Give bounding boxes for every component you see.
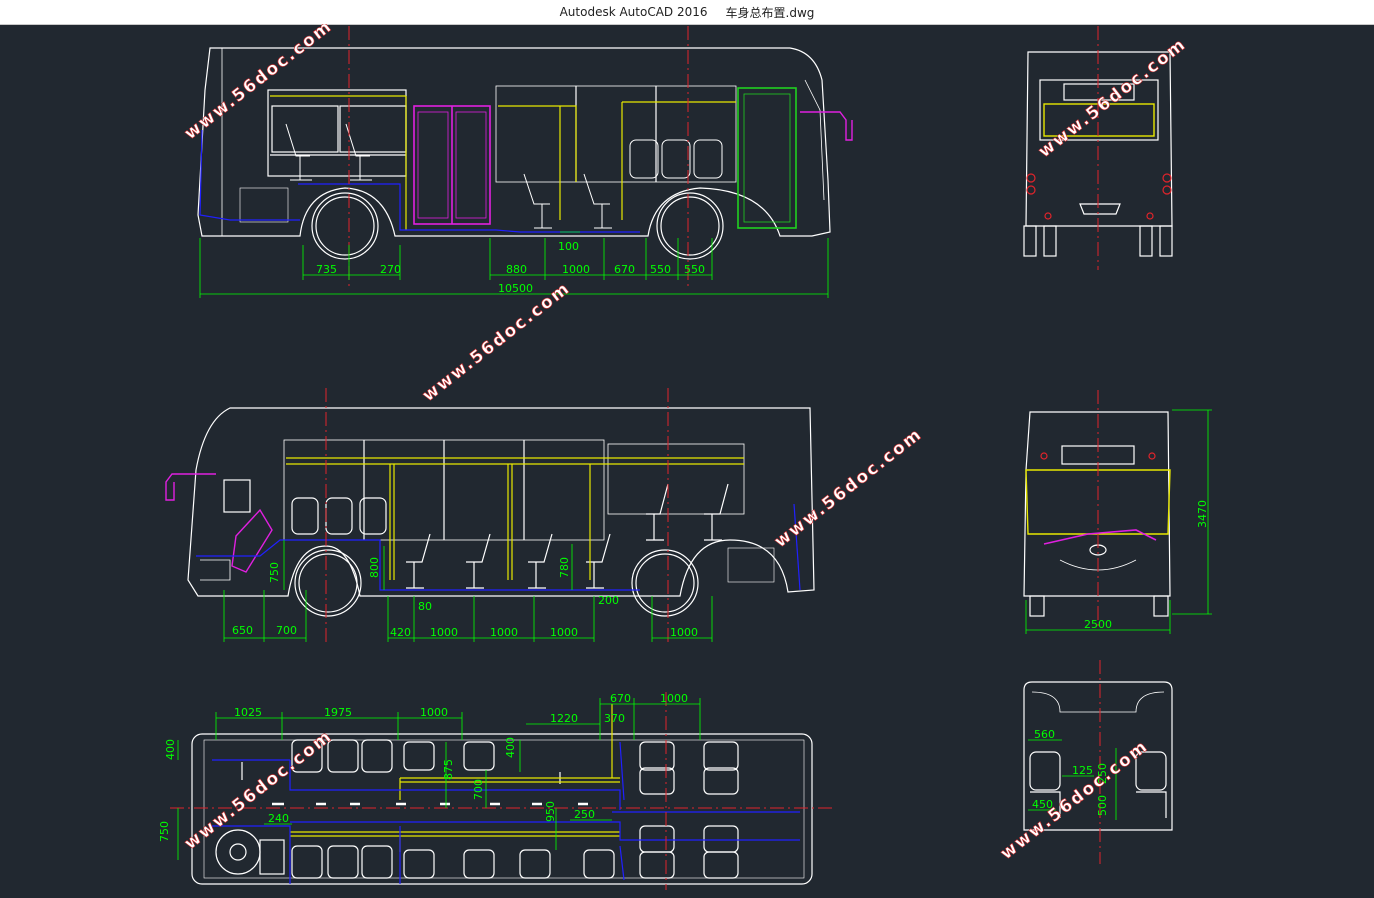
side-right-dim-labels: 735 270 100 880 1000 670 550 550 10500 — [316, 240, 705, 295]
dim-label: 270 — [380, 263, 401, 276]
side-right-floor — [199, 129, 640, 233]
dim-label: 1975 — [324, 706, 352, 719]
front-dimensions — [1025, 409, 1212, 634]
dim-label: 650 — [232, 624, 253, 637]
dim-label: 1000 — [660, 692, 688, 705]
watermark-text: www.56doc.com — [1035, 34, 1191, 162]
dim-label: 10500 — [498, 282, 533, 295]
dim-label: 1000 — [670, 626, 698, 639]
dim-label: 800 — [368, 557, 381, 578]
front-door — [737, 87, 797, 229]
plan-yellow-rails — [290, 704, 620, 852]
dim-label: 1000 — [562, 263, 590, 276]
dim-label: 80 — [418, 600, 432, 613]
dim-label: 420 — [390, 626, 411, 639]
watermark-text: www.56doc.com — [771, 424, 927, 552]
dim-label: 2500 — [1084, 618, 1112, 631]
dim-label: 250 — [574, 808, 595, 821]
watermark-text: www.56doc.com — [181, 24, 337, 144]
dim-label: 500 — [1096, 795, 1109, 816]
dim-label: 400 — [504, 737, 517, 758]
front-view — [1023, 411, 1171, 617]
dim-label: 950 — [544, 801, 557, 822]
dim-label: 100 — [558, 240, 579, 253]
dim-label: 670 — [614, 263, 635, 276]
dim-label: 1000 — [550, 626, 578, 639]
dim-label: 1000 — [420, 706, 448, 719]
dim-label: 1220 — [550, 712, 578, 725]
dim-label: 670 — [610, 692, 631, 705]
drawing-canvas[interactable]: 735 270 100 880 1000 670 550 550 10500 7… — [0, 24, 1374, 898]
dim-label: 1000 — [490, 626, 518, 639]
side-right-mirror — [800, 111, 853, 141]
dim-label: 550 — [650, 263, 671, 276]
watermark-text: www.56doc.com — [419, 278, 575, 406]
side-view-right — [197, 47, 831, 260]
dim-label: 560 — [1034, 728, 1055, 741]
dim-label: 780 — [558, 557, 571, 578]
plan-dim-labels: 1025 1975 1000 1220 370 670 1000 400 400… — [158, 692, 688, 842]
side-left-floor — [196, 503, 801, 591]
side-left-mirror — [165, 473, 273, 573]
side-left-yellow — [286, 457, 744, 580]
middle-door — [413, 105, 491, 225]
dim-label: 3470 — [1196, 500, 1209, 528]
dim-label: 400 — [164, 739, 177, 760]
dim-label: 550 — [684, 263, 705, 276]
front-view-yellow — [1025, 469, 1171, 535]
dim-label: 200 — [598, 594, 619, 607]
app-name: Autodesk AutoCAD 2016 — [559, 5, 708, 19]
dim-label: 1025 — [234, 706, 262, 719]
dim-label: 875 — [442, 759, 455, 780]
watermark-text: www.56doc.com — [997, 736, 1153, 864]
dim-label: 700 — [276, 624, 297, 637]
file-name: 车身总布置.dwg — [725, 5, 815, 20]
dim-label: 240 — [268, 812, 289, 825]
dim-label: 735 — [316, 263, 337, 276]
dim-label: 1000 — [430, 626, 458, 639]
dim-label: 750 — [268, 562, 281, 583]
dim-label: 880 — [506, 263, 527, 276]
dim-label: 700 — [472, 779, 485, 800]
dim-label: 750 — [158, 821, 171, 842]
side-view-left — [187, 407, 815, 617]
side-left-dimensions — [223, 540, 713, 642]
title-bar: Autodesk AutoCAD 2016 车身总布置.dwg — [0, 0, 1374, 25]
front-wipers — [1043, 529, 1157, 545]
dim-label: 370 — [604, 712, 625, 725]
